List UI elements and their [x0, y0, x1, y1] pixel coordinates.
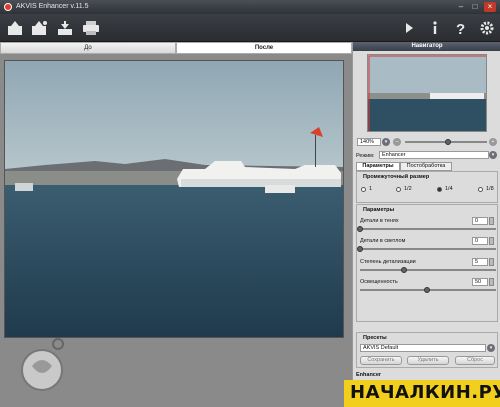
- print-icon: [83, 21, 99, 35]
- zoom-slider-knob[interactable]: [445, 139, 451, 145]
- presets-group: Пресеты AKVIS Default ▾ Сохранить Удалит…: [356, 332, 498, 368]
- save-preset-button[interactable]: Сохранить: [360, 356, 402, 365]
- close-button[interactable]: ×: [484, 2, 496, 12]
- size-radio-1-2[interactable]: [396, 187, 401, 192]
- info-icon: [433, 21, 437, 34]
- navigator-preview: [368, 55, 486, 131]
- detail-slider[interactable]: [360, 269, 496, 271]
- logo-icon: [21, 338, 64, 391]
- preset-dropdown-icon[interactable]: ▾: [487, 344, 495, 352]
- preset-select[interactable]: AKVIS Default: [360, 344, 486, 352]
- delete-preset-button[interactable]: Удалить: [407, 356, 449, 365]
- presets-title: Пресеты: [363, 335, 387, 341]
- tab-after[interactable]: После: [176, 42, 352, 54]
- minimize-button[interactable]: –: [455, 2, 467, 12]
- navigator-header: Навигатор: [353, 42, 500, 51]
- play-icon: [406, 23, 413, 33]
- intermediate-size-group: Промежуточный размер 1 1/2 1/4 1/8: [356, 171, 498, 203]
- settings-button[interactable]: [478, 19, 496, 37]
- save-button[interactable]: [56, 19, 74, 37]
- highlights-value[interactable]: 0: [472, 237, 488, 245]
- mode-select[interactable]: Enhancer: [379, 151, 489, 159]
- highlights-spinner[interactable]: [489, 237, 494, 245]
- settings-panel: Навигатор 140% ▾ – + Режим: Enhancer ▾ П…: [352, 42, 500, 407]
- watermark-banner: НАЧАЛКИН.РУ: [344, 380, 500, 407]
- highlights-slider[interactable]: [360, 248, 496, 250]
- tab-before[interactable]: До: [0, 42, 176, 54]
- lightness-value[interactable]: 50: [472, 278, 488, 286]
- mode-label: Режим:: [356, 153, 375, 159]
- parameters-title: Параметры: [363, 207, 395, 213]
- size-radio-1-4[interactable]: [437, 187, 442, 192]
- intermediate-size-title: Промежуточный размер: [363, 174, 430, 180]
- title-bar: AKVIS Enhancer v.11.5 – □ ×: [0, 0, 500, 14]
- size-option-1-2: 1/2: [404, 186, 412, 192]
- gear-icon: [480, 21, 494, 35]
- size-option-1-4: 1/4: [445, 186, 453, 192]
- navigator-thumbnail[interactable]: [367, 54, 487, 132]
- size-radio-1-8[interactable]: [478, 187, 483, 192]
- akvis-logo: [18, 336, 72, 396]
- about-button[interactable]: [426, 19, 444, 37]
- size-option-1-8: 1/8: [486, 186, 494, 192]
- mode-dropdown-icon[interactable]: ▾: [489, 151, 497, 159]
- zoom-in-button[interactable]: +: [489, 138, 497, 146]
- tab-postprocessing[interactable]: Постобработка: [400, 162, 452, 171]
- open-file-button[interactable]: [6, 19, 24, 37]
- shadows-label: Детали в тенях: [360, 218, 399, 224]
- shadows-slider-knob[interactable]: [357, 226, 363, 232]
- shadows-value[interactable]: 0: [472, 217, 488, 225]
- zoom-dropdown[interactable]: ▾: [382, 138, 390, 146]
- help-button[interactable]: ?: [452, 19, 470, 38]
- size-radio-1[interactable]: [361, 187, 366, 192]
- shadows-spinner[interactable]: [489, 217, 494, 225]
- toolbar: ?: [0, 14, 500, 42]
- lightness-slider-knob[interactable]: [424, 287, 430, 293]
- app-logo-icon: [4, 3, 12, 11]
- status-mode: Enhancer: [356, 372, 382, 378]
- maximize-button[interactable]: □: [469, 2, 481, 12]
- lightness-label: Освещенность: [360, 279, 398, 285]
- tab-parameters[interactable]: Параметры: [356, 162, 400, 171]
- run-button[interactable]: [400, 19, 418, 37]
- image-preview[interactable]: [4, 60, 344, 338]
- help-icon: ?: [456, 21, 465, 38]
- open-icon: [8, 21, 22, 35]
- size-option-1: 1: [369, 186, 373, 192]
- svg-text:?: ?: [456, 21, 465, 37]
- save-icon: [58, 21, 72, 35]
- detail-label: Степень детализации: [360, 259, 416, 265]
- open-batch-button[interactable]: [30, 19, 48, 37]
- harbor-photo: [5, 61, 343, 337]
- zoom-field[interactable]: 140%: [357, 138, 381, 146]
- detail-spinner[interactable]: [489, 258, 494, 266]
- shadows-slider[interactable]: [360, 228, 496, 230]
- highlights-slider-knob[interactable]: [357, 246, 363, 252]
- detail-slider-knob[interactable]: [401, 267, 407, 273]
- lightness-spinner[interactable]: [489, 278, 494, 286]
- print-button[interactable]: [82, 19, 100, 37]
- highlights-label: Детали в светлом: [360, 238, 406, 244]
- view-tabs: До После: [0, 42, 352, 54]
- watermark-text: НАЧАЛКИН.РУ: [350, 382, 500, 403]
- zoom-out-button[interactable]: –: [393, 138, 401, 146]
- parameters-group: Параметры Детали в тенях 0 Детали в свет…: [356, 204, 498, 322]
- batch-icon: [32, 21, 47, 35]
- detail-value[interactable]: 5: [472, 258, 488, 266]
- window-title: AKVIS Enhancer v.11.5: [16, 3, 89, 10]
- reset-preset-button[interactable]: Сброс: [455, 356, 495, 365]
